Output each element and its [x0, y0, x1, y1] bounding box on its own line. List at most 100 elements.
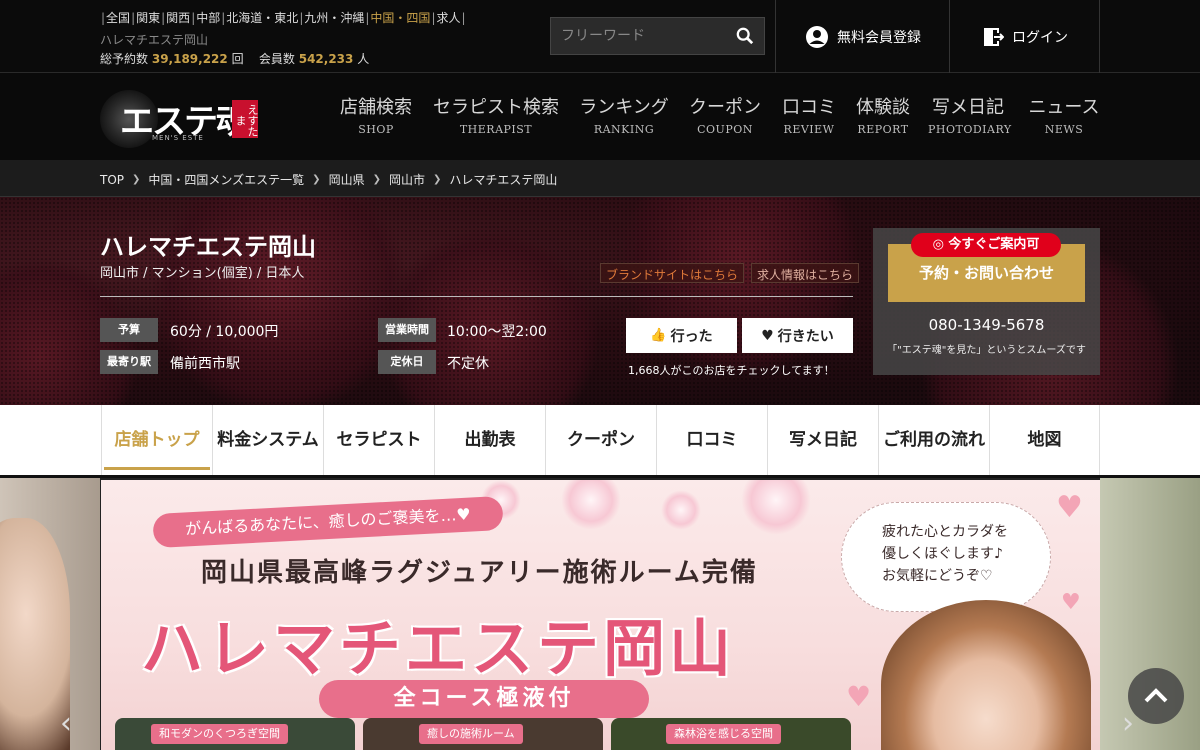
banner-title: ハレマチエステ岡山	[141, 612, 736, 685]
chevron-right-icon: ❯	[312, 174, 321, 185]
logo-badge: えすたま	[232, 100, 259, 138]
nav-item-photodiary[interactable]: 写メ日記 PHOTODIARY	[928, 93, 1011, 136]
available-now-badge: ◎ 今すぐご案内可	[911, 233, 1061, 257]
tab-schedule[interactable]: 出勤表	[434, 405, 545, 475]
banner-course-badge: 全コース極液付	[319, 680, 649, 718]
chevron-up-icon	[1144, 688, 1168, 703]
region-link-chubu[interactable]: 中部	[196, 11, 220, 25]
region-link-zenkoku[interactable]: 全国	[106, 11, 130, 25]
members-label: 会員数	[258, 52, 295, 66]
photo-label: 森林浴を感じる空間	[666, 724, 781, 744]
holiday-label: 定休日	[378, 350, 436, 374]
prev-slide-preview[interactable]	[0, 478, 100, 750]
nav-item-report[interactable]: 体験談 REPORT	[856, 93, 910, 136]
nav-item-review[interactable]: 口コミ REVIEW	[781, 93, 837, 136]
region-link-kansai[interactable]: 関西	[166, 11, 190, 25]
login-label: ログイン	[1012, 29, 1068, 46]
check-count-note: 1,668人がこのお店をチェックしてます！	[628, 364, 835, 377]
thumbs-up-icon: 👍	[650, 328, 667, 343]
tab-price-system[interactable]: 料金システム	[212, 405, 323, 475]
speech-bubble: 疲れた心とカラダを 優しくほぐします♪ お気軽にどうぞ♡	[841, 502, 1051, 612]
region-link-chugoku-shikoku[interactable]: 中国・四国	[370, 11, 430, 25]
nav-sublabel: COUPON	[697, 123, 753, 136]
nav-label: ニュース	[1028, 97, 1100, 118]
tab-shop-top[interactable]: 店舗トップ	[101, 405, 212, 475]
nav-item-coupon[interactable]: クーポン COUPON	[689, 93, 761, 136]
nav-label: 体験談	[856, 97, 910, 118]
tab-map[interactable]: 地図	[989, 405, 1100, 475]
went-button[interactable]: 👍 行った	[626, 318, 737, 353]
photo-label: 和モダンのくつろぎ空間	[151, 724, 288, 744]
therapist-illustration	[881, 600, 1091, 750]
tab-usage-flow[interactable]: ご利用の流れ	[878, 405, 989, 475]
recruit-link[interactable]: 求人情報はこちら	[751, 263, 860, 283]
breadcrumb-region[interactable]: 中国・四国メンズエステ一覧	[148, 171, 304, 188]
hours-label: 営業時間	[378, 318, 436, 342]
breadcrumb-city[interactable]: 岡山市	[389, 171, 425, 188]
holiday-value: 不定休	[447, 356, 489, 372]
flower-decoration	[741, 480, 811, 535]
shop-tabs: 店舗トップ 料金システム セラピスト 出勤表 クーポン 口コミ 写メ日記 ご利用…	[0, 405, 1200, 478]
nav-item-news[interactable]: ニュース NEWS	[1028, 93, 1100, 136]
went-label: 行った	[670, 328, 713, 345]
reservations-unit: 回	[231, 52, 244, 66]
flower-decoration	[561, 480, 621, 530]
nav-item-therapist[interactable]: セラピスト検索 THERAPIST	[432, 93, 560, 136]
nav-sublabel: NEWS	[1044, 123, 1084, 136]
divider	[100, 296, 853, 297]
scroll-to-top-button[interactable]	[1128, 668, 1184, 724]
chevron-right-icon: ❯	[372, 174, 381, 185]
search-input[interactable]	[551, 18, 731, 54]
carousel-prev-arrow-icon[interactable]: ‹	[60, 706, 84, 746]
members-unit: 人	[357, 52, 370, 66]
heart-icon: ♥	[761, 327, 774, 344]
reservations-value: 39,189,222	[151, 52, 228, 66]
user-icon	[806, 25, 828, 48]
shop-meta: 岡山市 / マンション(個室) / 日本人	[100, 266, 305, 281]
nav-sublabel: RANKING	[593, 123, 655, 136]
search-icon[interactable]	[736, 27, 754, 45]
nav-sublabel: SHOP	[358, 123, 394, 136]
site-logo[interactable]: エステ魂 えすたま MEN'S ESTE	[100, 88, 260, 148]
nav-label: 口コミ	[782, 97, 836, 118]
divider	[1099, 0, 1100, 73]
tab-coupon[interactable]: クーポン	[545, 405, 656, 475]
bubble-line: 疲れた心とカラダを	[882, 524, 1008, 540]
region-link-kyushu-okinawa[interactable]: 九州・沖縄	[304, 11, 364, 25]
nav-item-ranking[interactable]: ランキング RANKING	[579, 93, 669, 136]
banner-carousel: ♥ ♥ ♥ がんばるあなたに、癒しのご褒美を…♥ 岡山県最高峰ラグジュアリー施術…	[0, 478, 1200, 750]
region-link-recruit[interactable]: 求人	[436, 11, 460, 25]
nav-label: 写メ日記	[932, 97, 1004, 118]
nav-sublabel: REPORT	[857, 123, 909, 136]
reservations-label: 総予約数	[100, 52, 149, 66]
photo-label: 癒しの施術ルーム	[419, 724, 523, 744]
tab-review[interactable]: 口コミ	[656, 405, 767, 475]
breadcrumb-top[interactable]: TOP	[100, 173, 124, 187]
want-label: 行きたい	[777, 328, 834, 345]
nav-sublabel: REVIEW	[783, 123, 835, 136]
login-button[interactable]: ログイン	[950, 0, 1100, 73]
region-link-kanto[interactable]: 関東	[136, 11, 160, 25]
banner-tagline: がんばるあなたに、癒しのご褒美を…♥	[152, 495, 504, 549]
bubble-line: お気軽にどうぞ♡	[882, 568, 993, 584]
current-shop-name: ハレマチエステ岡山	[100, 33, 209, 47]
nav-label: 店舗検索	[340, 97, 412, 118]
region-links: |全国|関東|関西|中部|北海道・東北|九州・沖縄|中国・四国|求人|	[101, 11, 466, 25]
want-to-go-button[interactable]: ♥ 行きたい	[742, 318, 853, 353]
breadcrumb-prefecture[interactable]: 岡山県	[329, 171, 365, 188]
brand-site-link[interactable]: ブランドサイトはこちら	[600, 263, 745, 283]
chevron-right-icon: ❯	[132, 174, 141, 185]
phone-number[interactable]: 080-1349-5678	[873, 316, 1100, 334]
members-value: 542,233	[298, 52, 354, 66]
tab-therapist[interactable]: セラピスト	[323, 405, 434, 475]
nav-item-shop[interactable]: 店舗検索 SHOP	[340, 93, 412, 136]
banner-slide[interactable]: ♥ ♥ ♥ がんばるあなたに、癒しのご褒美を…♥ 岡山県最高峰ラグジュアリー施術…	[101, 480, 1100, 750]
reservation-panel: 予約・お問い合わせ ◎ 今すぐご案内可 080-1349-5678 「"エステ魂…	[873, 228, 1100, 375]
shop-title: ハレマチエステ岡山	[100, 233, 316, 261]
region-link-hokkaido-tohoku[interactable]: 北海道・東北	[226, 11, 298, 25]
breadcrumb-current: ハレマチエステ岡山	[449, 173, 558, 187]
tab-photodiary[interactable]: 写メ日記	[767, 405, 878, 475]
hours-value: 10:00～翌2:00	[447, 324, 547, 340]
shop-header: ハレマチエステ岡山 岡山市 / マンション(個室) / 日本人 ブランドサイトは…	[0, 197, 1200, 405]
register-button[interactable]: 無料会員登録	[776, 0, 950, 73]
